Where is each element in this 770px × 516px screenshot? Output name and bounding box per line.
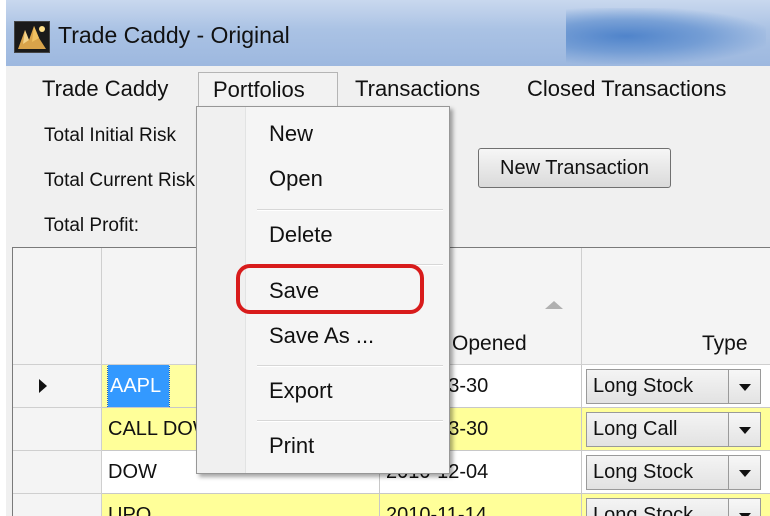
menu-item-new[interactable]: New bbox=[269, 121, 313, 147]
menu-item-delete[interactable]: Delete bbox=[269, 222, 333, 248]
table-row-opened[interactable]: 2010-11-14 bbox=[380, 494, 582, 516]
menu-separator bbox=[257, 365, 443, 367]
menu-item-print[interactable]: Print bbox=[269, 433, 314, 459]
menu-separator bbox=[257, 420, 443, 422]
table-row-type-cell: Long Stock bbox=[582, 451, 770, 494]
grid-corner-header bbox=[13, 248, 102, 365]
save-highlight-annotation bbox=[236, 264, 424, 314]
chevron-down-icon[interactable] bbox=[728, 456, 760, 489]
table-row-type-cell: Long Stock bbox=[582, 494, 770, 516]
column-header-type-label: Type bbox=[702, 332, 748, 355]
column-header-type[interactable]: Type bbox=[582, 248, 770, 365]
type-select[interactable]: Long Stock bbox=[586, 369, 761, 404]
type-select-value: Long Call bbox=[593, 418, 678, 440]
menu-item-export[interactable]: Export bbox=[269, 378, 333, 404]
table-row-type-cell: Long Call bbox=[582, 408, 770, 451]
table-row-type-cell: Long Stock bbox=[582, 365, 770, 408]
type-select[interactable]: Long Call bbox=[586, 412, 761, 447]
menu-item-save-as[interactable]: Save As ... bbox=[269, 323, 374, 349]
sort-ascending-icon bbox=[545, 301, 563, 309]
chevron-down-icon[interactable] bbox=[728, 499, 760, 516]
table-row-symbol[interactable]: UPO bbox=[102, 494, 380, 516]
type-select[interactable]: Long Stock bbox=[586, 455, 761, 490]
type-select-value: Long Stock bbox=[593, 504, 694, 516]
row-header[interactable] bbox=[13, 451, 102, 494]
type-select-value: Long Stock bbox=[593, 375, 694, 397]
menu-item-open[interactable]: Open bbox=[269, 166, 323, 192]
new-transaction-button[interactable]: New Transaction bbox=[478, 148, 671, 188]
type-select-value: Long Stock bbox=[593, 461, 694, 483]
type-select[interactable]: Long Stock bbox=[586, 498, 761, 516]
row-header[interactable] bbox=[13, 494, 102, 516]
app-logo-icon bbox=[14, 21, 50, 53]
menu-trade-caddy[interactable]: Trade Caddy bbox=[28, 72, 182, 106]
menu-closed-transactions[interactable]: Closed Transactions bbox=[513, 72, 740, 106]
window-title: Trade Caddy - Original bbox=[58, 22, 290, 48]
row-header[interactable] bbox=[13, 408, 102, 451]
row-header[interactable] bbox=[13, 365, 102, 408]
title-bar[interactable]: Trade Caddy - Original bbox=[6, 0, 770, 67]
menu-separator bbox=[257, 209, 443, 211]
menu-transactions[interactable]: Transactions bbox=[341, 72, 494, 106]
title-bar-glass bbox=[566, 8, 766, 64]
current-row-arrow-icon bbox=[39, 379, 47, 393]
column-header-opened-label: Opened bbox=[452, 332, 527, 355]
selected-symbol-text: AAPL bbox=[106, 365, 171, 407]
menu-portfolios[interactable]: Portfolios bbox=[198, 72, 338, 106]
total-current-risk-label: Total Current Risk bbox=[44, 170, 195, 191]
total-profit-label: Total Profit: bbox=[44, 215, 140, 236]
chevron-down-icon[interactable] bbox=[728, 413, 760, 446]
total-initial-risk-label: Total Initial Risk bbox=[44, 125, 176, 146]
chevron-down-icon[interactable] bbox=[728, 370, 760, 403]
